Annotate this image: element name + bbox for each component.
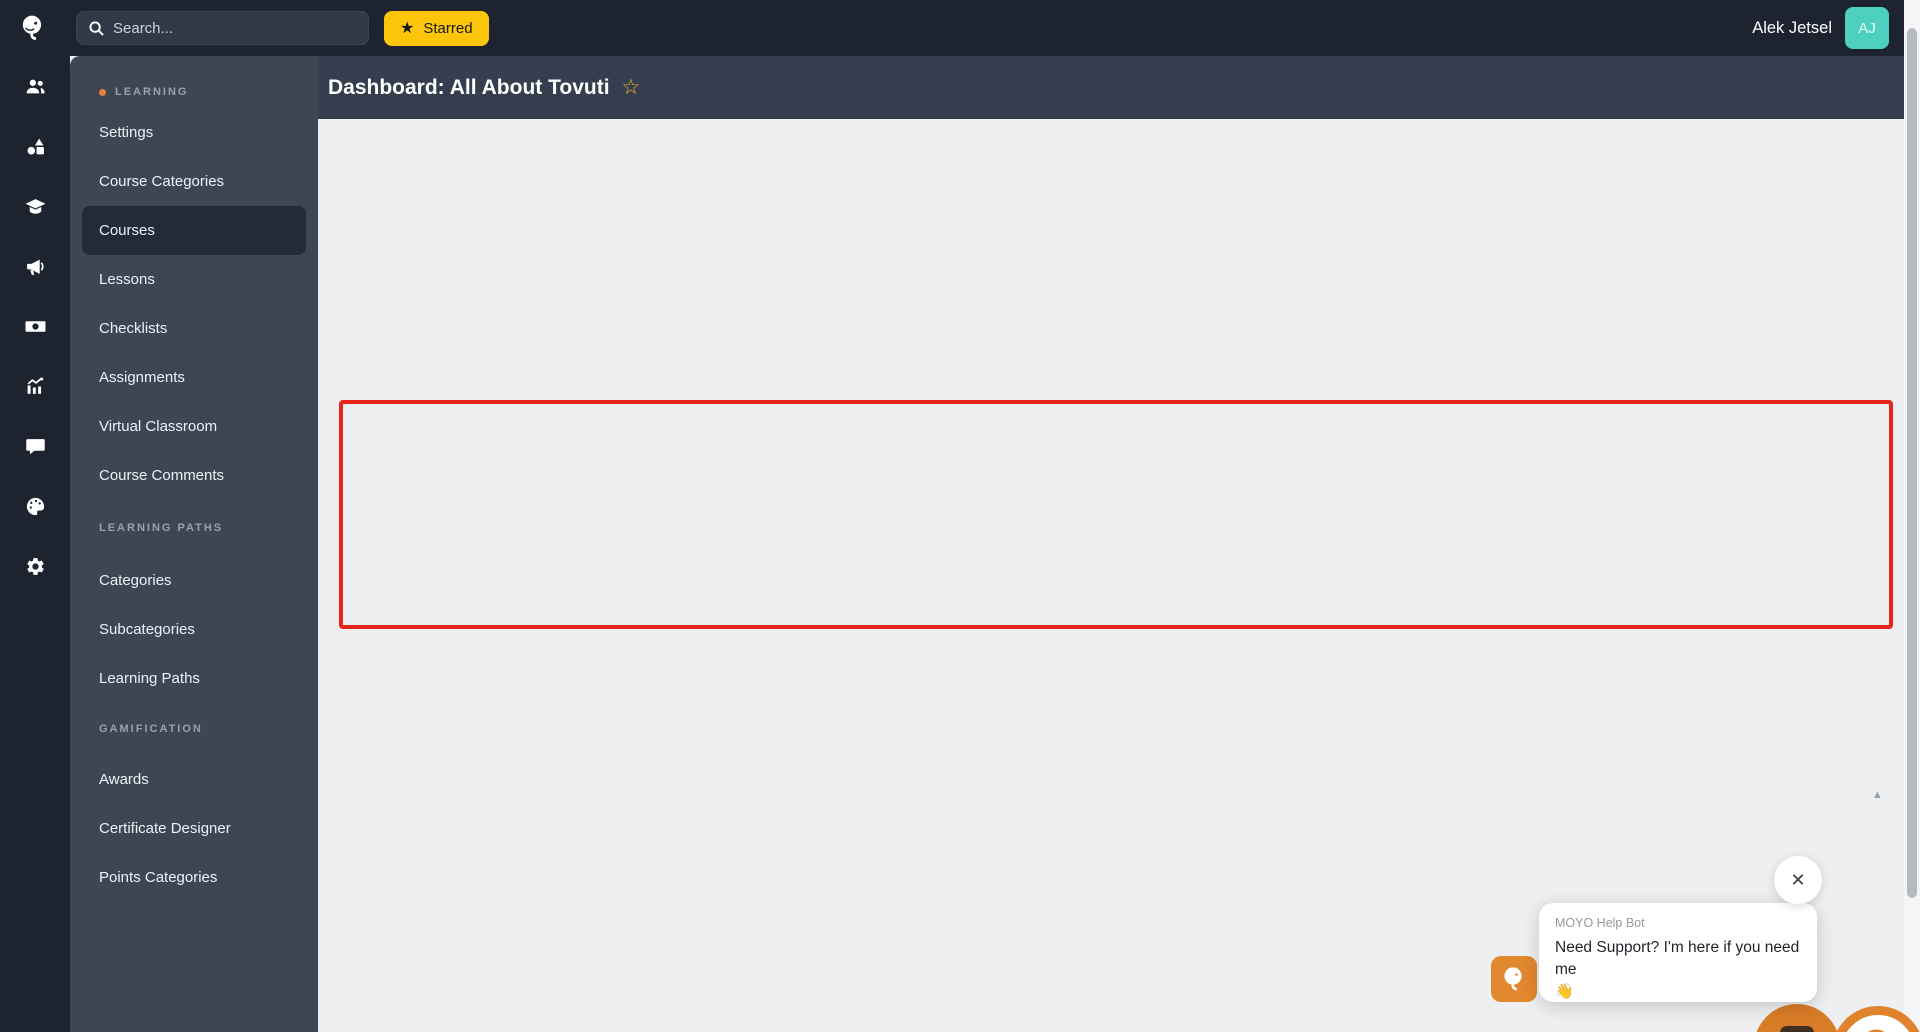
chat-close-button[interactable]: ✕ — [1774, 856, 1822, 904]
table-scroll-up-arrow[interactable]: ▲ — [1872, 789, 1883, 801]
star-icon: ★ — [400, 20, 415, 37]
starred-button[interactable]: ★ Starred — [384, 10, 489, 46]
sidebar-item[interactable]: Points Categories — [70, 853, 318, 902]
sidebar-item[interactable]: Assignments — [70, 353, 318, 402]
sidebar-item[interactable]: Lessons — [70, 255, 318, 304]
favorite-star-icon[interactable]: ☆ — [622, 75, 641, 100]
sidebar-nav: LEARNING Settings Course Categories Course… — [70, 56, 318, 1032]
robot-icon — [1780, 1026, 1814, 1032]
page-header: Dashboard: All About Tovuti ☆ — [318, 56, 1904, 119]
bot-name: MOYO Help Bot — [1555, 916, 1645, 930]
active-section-dot — [99, 88, 106, 96]
bot-message: Need Support? I'm here if you need me — [1555, 939, 1800, 978]
sidebar-item[interactable]: Certificate Designer — [70, 804, 318, 853]
gear-icon[interactable] — [0, 536, 70, 596]
wave-emoji: 👋 — [1555, 983, 1574, 1001]
sidebar-item[interactable]: Courses — [82, 206, 306, 255]
users-icon[interactable] — [0, 56, 70, 116]
sidebar-item[interactable]: Virtual Classroom — [70, 402, 318, 451]
search-icon — [89, 20, 104, 36]
sidebar-item[interactable]: Awards — [70, 755, 318, 804]
chat-icon[interactable] — [0, 416, 70, 476]
sidebar-item[interactable]: Subcategories — [70, 605, 318, 654]
moyo-avatar — [1491, 956, 1537, 1002]
page-scrollbar — [1904, 0, 1920, 1032]
chat-bubble[interactable]: MOYO Help Bot Need Support? I'm here if … — [1539, 903, 1817, 1002]
sidebar-item[interactable]: Checklists — [70, 304, 318, 353]
sidebar-item[interactable]: Settings — [70, 108, 318, 157]
megaphone-icon[interactable] — [0, 236, 70, 296]
search-box — [76, 11, 369, 45]
elephant-icon — [1504, 967, 1522, 991]
section-learning: LEARNING — [70, 76, 318, 108]
tovuti-logo-icon[interactable] — [14, 9, 52, 47]
palette-icon[interactable] — [0, 476, 70, 536]
scrollbar-thumb[interactable] — [1907, 28, 1917, 898]
top-bar: ★ Starred Alek Jetsel AJ — [0, 0, 1904, 56]
section-learning-paths: LEARNING PATHS — [99, 522, 224, 534]
sidebar-item[interactable]: Learning Paths — [70, 654, 318, 703]
analytics-icon[interactable] — [0, 356, 70, 416]
sidebar-item[interactable]: Categories — [70, 556, 318, 605]
shapes-icon[interactable] — [0, 116, 70, 176]
content-panel — [318, 119, 1904, 1032]
graduation-cap-icon[interactable] — [0, 176, 70, 236]
page-title: Dashboard: All About Tovuti — [328, 75, 610, 99]
section-gamification: GAMIFICATION — [99, 723, 203, 735]
icon-rail — [0, 56, 70, 1032]
search-input[interactable] — [113, 19, 333, 37]
user-name: Alek Jetsel — [1752, 18, 1832, 37]
close-icon: ✕ — [1790, 869, 1806, 890]
elephant-logo-icon — [1867, 1029, 1885, 1032]
banknote-icon[interactable] — [0, 296, 70, 356]
sidebar-item[interactable]: Course Categories — [70, 157, 318, 206]
sidebar-item[interactable]: Course Comments — [70, 451, 318, 500]
user-avatar[interactable]: AJ — [1845, 7, 1889, 49]
